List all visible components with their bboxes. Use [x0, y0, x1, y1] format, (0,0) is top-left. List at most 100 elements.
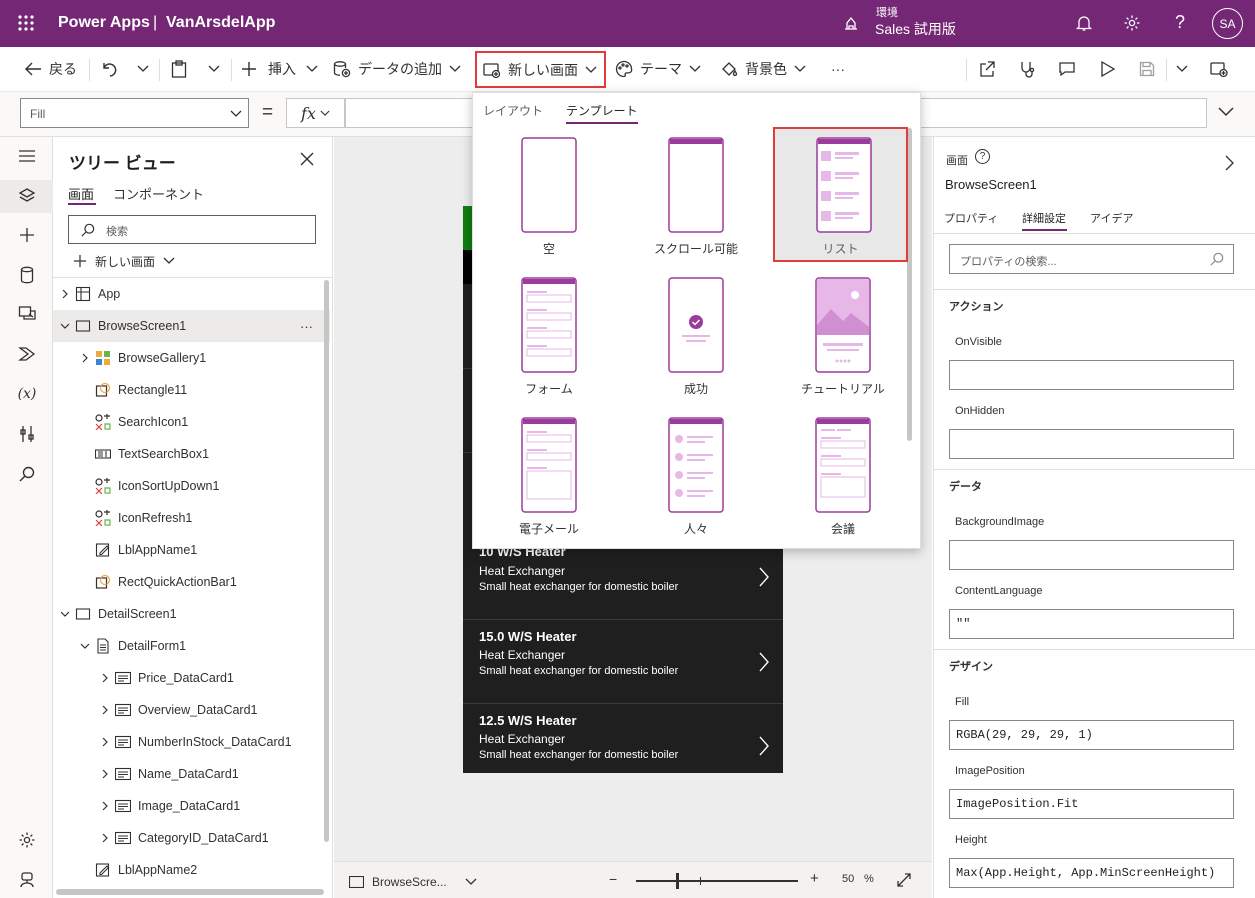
tree-item-lblappname1[interactable]: LblAppName1: [53, 534, 323, 566]
tree-search-box[interactable]: 検索: [68, 215, 316, 244]
tab-advanced[interactable]: 詳細設定: [1022, 210, 1066, 226]
tree-item-datacard[interactable]: Price_DataCard1: [53, 662, 323, 694]
tree-item-textsearchbox[interactable]: TextSearchBox1: [53, 438, 323, 470]
zoom-slider[interactable]: [636, 873, 798, 889]
insert-button[interactable]: 挿入: [241, 47, 318, 91]
tree-item-rectangle[interactable]: Rectangle11: [53, 374, 323, 406]
tree-item-gallery[interactable]: BrowseGallery1: [53, 342, 323, 374]
insert-plus-icon[interactable]: [14, 222, 40, 248]
new-screen-button[interactable]: 新しい画面: [475, 51, 606, 88]
fill-input[interactable]: RGBA(29, 29, 29, 1): [949, 720, 1234, 750]
tree-vertical-scrollbar[interactable]: [324, 280, 329, 842]
gallery-item[interactable]: 12.5 W/S Heater Heat Exchanger Small hea…: [463, 704, 783, 773]
data-cylinder-icon[interactable]: [14, 262, 40, 288]
tree-item-datacard[interactable]: CategoryID_DataCard1: [53, 822, 323, 854]
tab-properties[interactable]: プロパティ: [944, 210, 998, 226]
layers-icon[interactable]: [14, 183, 40, 209]
fit-to-window-icon[interactable]: [896, 872, 912, 888]
close-icon[interactable]: [300, 152, 314, 166]
template-tutorial[interactable]: チュートリアル: [769, 233, 899, 396]
settings-gear-icon[interactable]: [14, 827, 40, 853]
publish-icon[interactable]: [1210, 47, 1228, 91]
tree-item-lblappname2[interactable]: LblAppName2: [53, 854, 323, 886]
tree-item-searchicon[interactable]: SearchIcon1: [53, 406, 323, 438]
theme-button[interactable]: テーマ: [615, 47, 701, 91]
onvisible-input[interactable]: [949, 360, 1234, 390]
waffle-icon[interactable]: [17, 14, 35, 32]
new-screen-tree-button[interactable]: 新しい画面: [73, 252, 175, 270]
settings-gear-icon[interactable]: [1123, 14, 1141, 32]
zoom-slider-thumb[interactable]: [676, 873, 679, 889]
advanced-tools-icon[interactable]: [14, 421, 40, 447]
undo-dropdown[interactable]: [137, 47, 149, 91]
gallery-item[interactable]: 15.0 W/S Heater Heat Exchanger Small hea…: [463, 620, 783, 704]
back-button[interactable]: 戻る: [24, 47, 77, 91]
chevron-right-icon[interactable]: [759, 736, 769, 756]
media-icon[interactable]: [14, 301, 40, 327]
save-dropdown[interactable]: [1176, 47, 1188, 91]
app-checker-icon[interactable]: [1018, 47, 1036, 91]
zoom-out-button[interactable]: −: [609, 871, 617, 887]
fx-button[interactable]: fx: [286, 98, 345, 128]
onhidden-input[interactable]: [949, 429, 1234, 459]
tree-item-datacard[interactable]: Overview_DataCard1: [53, 694, 323, 726]
chevron-right-icon[interactable]: [759, 567, 769, 587]
hamburger-menu-icon[interactable]: [14, 143, 40, 169]
environment-name[interactable]: Sales 試用版: [875, 19, 956, 39]
property-dropdown[interactable]: Fill: [20, 98, 249, 128]
share-icon[interactable]: [978, 47, 996, 91]
search-icon[interactable]: [14, 461, 40, 487]
background-color-button[interactable]: 背景色: [720, 47, 806, 91]
template-meeting[interactable]: 会議: [769, 373, 899, 536]
virtual-agent-icon[interactable]: [14, 867, 40, 893]
template-email[interactable]: 電子メール: [475, 373, 605, 536]
more-commands-button[interactable]: ···: [831, 47, 845, 91]
undo-button[interactable]: [100, 47, 118, 91]
chevron-right-icon[interactable]: [759, 652, 769, 672]
imageposition-input[interactable]: ImagePosition.Fit: [949, 789, 1234, 819]
paste-button[interactable]: [171, 47, 187, 91]
product-name[interactable]: Power Apps: [58, 14, 150, 32]
formula-expand-button[interactable]: [1218, 107, 1236, 119]
template-blank[interactable]: 空: [475, 93, 605, 256]
add-data-button[interactable]: データの追加: [333, 47, 461, 91]
backgroundimage-input[interactable]: [949, 540, 1234, 570]
plus-icon: [242, 62, 256, 76]
comments-icon[interactable]: [1058, 47, 1076, 91]
zoom-in-button[interactable]: +: [810, 870, 819, 887]
tab-screens[interactable]: 画面: [68, 184, 94, 203]
height-input[interactable]: Max(App.Height, App.MinScreenHeight): [949, 858, 1234, 888]
tree-item-iconrefresh[interactable]: IconRefresh1: [53, 502, 323, 534]
tree-item-detailscreen[interactable]: DetailScreen1: [53, 598, 323, 630]
preview-play-icon[interactable]: [1100, 47, 1116, 91]
template-scrollable[interactable]: スクロール可能: [622, 93, 752, 256]
tree-item-detailform[interactable]: DetailForm1: [53, 630, 323, 662]
help-icon[interactable]: ?: [1172, 12, 1188, 34]
tree-item-browsescreen[interactable]: BrowseScreen1 ···: [53, 310, 330, 342]
property-search-box[interactable]: プロパティの検索...: [949, 244, 1234, 274]
chevron-right-icon[interactable]: [1225, 155, 1234, 171]
variables-icon[interactable]: (𝑥): [14, 381, 40, 407]
save-icon[interactable]: [1139, 47, 1155, 91]
tab-ideas[interactable]: アイデア: [1090, 210, 1133, 226]
screen-selector[interactable]: BrowseScre...: [349, 874, 477, 890]
help-icon[interactable]: ?: [975, 149, 990, 164]
template-success[interactable]: 成功: [622, 233, 752, 396]
power-automate-icon[interactable]: [14, 341, 40, 367]
tree-item-datacard[interactable]: Name_DataCard1: [53, 758, 323, 790]
contentlanguage-input[interactable]: "": [949, 609, 1234, 639]
more-options-button[interactable]: ···: [300, 319, 313, 334]
tree-item-iconsort[interactable]: IconSortUpDown1: [53, 470, 323, 502]
template-form[interactable]: フォーム: [475, 233, 605, 396]
notification-bell-icon[interactable]: [1075, 14, 1093, 32]
environment-icon[interactable]: [842, 14, 860, 32]
tree-item-datacard[interactable]: NumberInStock_DataCard1: [53, 726, 323, 758]
avatar[interactable]: SA: [1212, 8, 1243, 39]
paste-dropdown[interactable]: [208, 47, 220, 91]
tab-components[interactable]: コンポーネント: [113, 184, 204, 203]
template-people[interactable]: 人々: [622, 373, 752, 536]
tree-item-rectquickactionbar[interactable]: RectQuickActionBar1: [53, 566, 323, 598]
tree-horizontal-scrollbar[interactable]: [56, 889, 324, 895]
tree-item-datacard[interactable]: Image_DataCard1: [53, 790, 323, 822]
tree-item-app[interactable]: App: [53, 278, 323, 310]
